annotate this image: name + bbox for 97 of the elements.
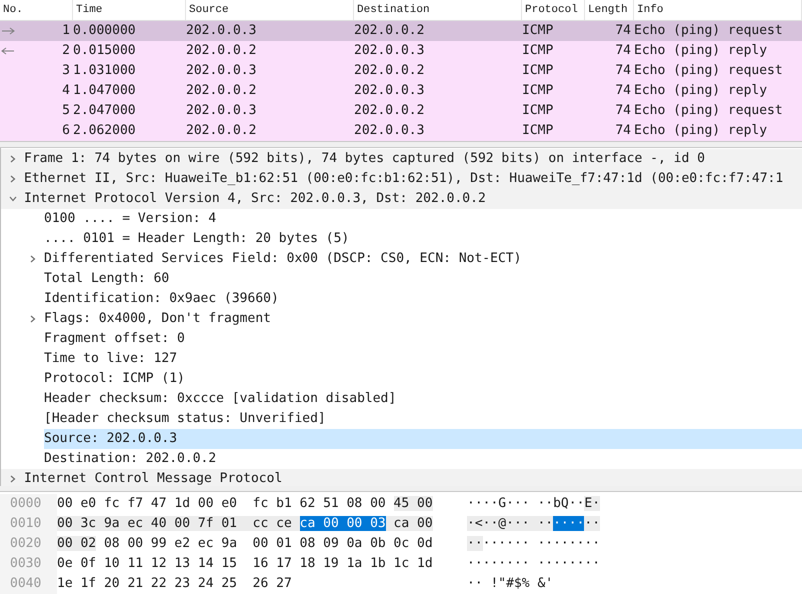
table-cell-text: Echo (ping) request <box>634 102 784 120</box>
table-cell-text: 74 <box>614 82 632 100</box>
column-header[interactable]: No. <box>0 0 73 20</box>
table-cell-text: ICMP <box>522 122 554 140</box>
table-cell-text: 202.0.0.3 <box>186 102 258 120</box>
packet-row[interactable]: 3 1.031000 202.0.0.3 202.0.0.2 ICMP 74 Echo (ping) request <box>0 61 802 81</box>
table-cell-text: 202.0.0.2 <box>354 22 426 40</box>
packet-row[interactable]: 6 2.062000 202.0.0.2 202.0.0.3 ICMP 74 Echo (ping) reply <box>0 121 802 141</box>
table-cell-text: 202.0.0.3 <box>354 42 426 60</box>
table-cell-text: Echo (ping) request <box>634 62 784 80</box>
table-cell-text: 2.047000 <box>73 102 137 120</box>
table-cell-text: 202.0.0.2 <box>186 42 258 60</box>
hex-bytes[interactable]: 00 3c 9a ec 40 00 7f 01 cc ce <box>57 516 300 531</box>
table-cell-text: 202.0.0.3 <box>186 22 258 40</box>
column-header[interactable]: Time <box>73 0 186 20</box>
table-cell-text: 202.0.0.2 <box>354 102 426 120</box>
table-cell-text: Echo (ping) reply <box>634 122 768 140</box>
ascii-text[interactable]: ········ ········ <box>467 556 600 571</box>
tree-item[interactable]: Identification: 0x9aec (39660) <box>44 288 802 309</box>
tree-item[interactable]: Destination: 202.0.0.2 <box>44 448 802 469</box>
table-cell-text: Echo (ping) reply <box>634 42 768 60</box>
column-header[interactable]: Protocol <box>522 0 585 20</box>
hex-bytes[interactable]: ca 00 <box>386 516 433 531</box>
column-header[interactable]: Length <box>585 0 634 20</box>
chevron-right-icon[interactable] <box>28 314 36 323</box>
table-cell-text: 4 <box>61 82 71 100</box>
packet-row[interactable]: 5 2.047000 202.0.0.3 202.0.0.2 ICMP 74 Echo (ping) request <box>0 101 802 121</box>
packet-row[interactable]: 4 1.047000 202.0.0.2 202.0.0.3 ICMP 74 Echo (ping) reply <box>0 81 802 101</box>
table-cell-text: 202.0.0.2 <box>354 62 426 80</box>
table-cell-text: 202.0.0.3 <box>354 122 426 140</box>
column-header[interactable]: Source <box>186 0 354 20</box>
hex-bytes[interactable]: 08 00 99 e2 ec 9a 00 01 08 09 0a 0b 0c 0d <box>96 536 433 551</box>
hex-bytes[interactable]: 00 02 <box>57 536 96 551</box>
table-cell-text: 0.000000 <box>73 22 137 40</box>
table-cell-text: 0.015000 <box>73 42 137 60</box>
table-cell-text: Echo (ping) request <box>634 22 784 40</box>
hex-bytes[interactable]: 1e 1f 20 21 22 23 24 25 26 27 <box>57 576 292 591</box>
table-cell-text: 1.047000 <box>73 82 137 100</box>
tree-item[interactable]: Header checksum: 0xccce [validation disabled] <box>44 388 802 409</box>
table-cell-text: Echo (ping) reply <box>634 82 768 100</box>
hex-bytes[interactable]: 45 00 <box>394 496 433 511</box>
ascii-text[interactable]: ······ ········ <box>482 536 600 551</box>
ascii-text[interactable]: E· <box>584 496 600 511</box>
ascii-text[interactable]: ·<··@··· ·· <box>467 516 554 531</box>
table-cell-text: 202.0.0.2 <box>186 82 258 100</box>
table-cell-text: 3 <box>61 62 71 80</box>
chevron-right-icon[interactable] <box>8 154 16 163</box>
tree-item[interactable]: .... 0101 = Header Length: 20 bytes (5) <box>44 228 802 249</box>
table-cell-text: 202.0.0.3 <box>186 62 258 80</box>
table-cell-text: ICMP <box>522 22 554 40</box>
table-cell-text: 202.0.0.3 <box>354 82 426 100</box>
packet-row[interactable]: 2 0.015000 202.0.0.2 202.0.0.3 ICMP 74 Echo (ping) reply <box>0 41 802 61</box>
chevron-down-icon[interactable] <box>8 194 16 203</box>
chevron-right-icon[interactable] <box>8 474 16 483</box>
ascii-text[interactable]: ·· <box>584 516 600 531</box>
chevron-right-icon[interactable] <box>28 254 36 263</box>
table-cell-text: 74 <box>614 122 632 140</box>
ascii-text[interactable]: ·· !"#$% &' <box>467 576 554 591</box>
tree-item[interactable]: Differentiated Services Field: 0x00 (DSCP: CS0, ECN: Not-ECT) <box>44 248 802 269</box>
tree-item[interactable]: Source: 202.0.0.3 <box>44 428 802 449</box>
tree-item[interactable]: [Header checksum status: Unverified] <box>44 408 802 429</box>
table-cell-text: 74 <box>614 42 632 60</box>
chevron-right-icon[interactable] <box>8 174 16 183</box>
hex-bytes[interactable]: 0e 0f 10 11 12 13 14 15 16 17 18 19 1a 1b 1c 1d <box>57 556 433 571</box>
hex-offset: 0020 <box>0 534 57 554</box>
table-cell-text: 1.031000 <box>73 62 137 80</box>
table-cell-text: 1 <box>61 22 71 40</box>
table-cell-text: 74 <box>614 102 632 120</box>
column-header[interactable]: Info <box>634 0 802 20</box>
table-cell-text: 2.062000 <box>73 122 137 140</box>
hex-bytes[interactable]: 00 e0 fc f7 47 1d 00 e0 fc b1 62 51 08 00 <box>57 496 394 511</box>
ascii-text[interactable]: ·· <box>467 536 483 551</box>
ascii-text[interactable]: ····G··· ··bQ·· <box>467 496 584 511</box>
tree-item[interactable]: Flags: 0x4000, Don't fragment <box>44 308 802 329</box>
tree-item[interactable]: 0100 .... = Version: 4 <box>44 208 802 229</box>
hex-offset: 0040 <box>0 574 57 594</box>
hex-offset: 0010 <box>0 514 57 534</box>
hex-offset: 0030 <box>0 554 57 574</box>
table-cell-text: 2 <box>61 42 71 60</box>
column-header[interactable]: Destination <box>354 0 522 20</box>
hex-offset: 0000 <box>0 494 57 514</box>
table-cell-text: 74 <box>614 22 632 40</box>
hex-bytes[interactable]: ca 00 00 03 <box>300 516 386 531</box>
packet-row[interactable]: 1 0.000000 202.0.0.3 202.0.0.2 ICMP 74 Echo (ping) request <box>0 21 802 41</box>
tree-item[interactable]: Protocol: ICMP (1) <box>44 368 802 389</box>
tree-item[interactable]: Time to live: 127 <box>44 348 802 369</box>
table-cell-text: ICMP <box>522 42 554 60</box>
table-cell-text: ICMP <box>522 82 554 100</box>
table-cell-text: ICMP <box>522 102 554 120</box>
table-cell-text: ICMP <box>522 62 554 80</box>
ascii-text[interactable]: ···· <box>553 516 584 531</box>
tree-item[interactable]: Total Length: 60 <box>44 268 802 289</box>
tree-item[interactable]: Fragment offset: 0 <box>44 328 802 349</box>
table-cell-text: 74 <box>614 62 632 80</box>
table-cell-text: 202.0.0.2 <box>186 122 258 140</box>
table-cell-text: 5 <box>61 102 71 120</box>
table-cell-text: 6 <box>61 122 71 140</box>
